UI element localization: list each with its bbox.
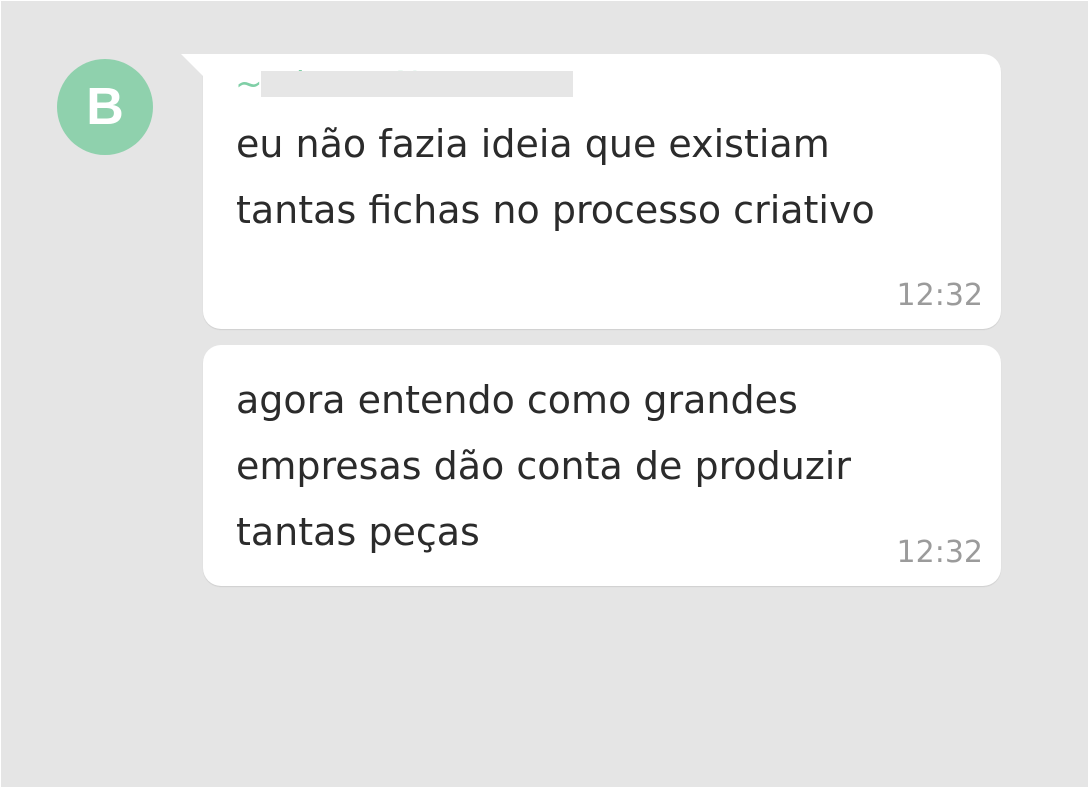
- redaction-bar: [261, 71, 573, 97]
- message-bubble[interactable]: agora entendo como grandes empresas dão …: [203, 345, 1001, 586]
- message-bubble[interactable]: ~ Bianca Novaes eu não fazia ideia que e…: [181, 54, 1001, 329]
- sender-avatar[interactable]: B: [57, 59, 153, 155]
- chat-area: B ~ Bianca Novaes eu não fazia ideia que…: [1, 1, 1088, 787]
- message-text: eu não fazia ideia que existiam tantas f…: [236, 122, 875, 232]
- bubble-tail: [181, 54, 203, 76]
- avatar-letter: B: [86, 78, 124, 136]
- message-timestamp: 12:32: [896, 278, 983, 313]
- message-text: agora entendo como grandes empresas dão …: [236, 378, 851, 554]
- message-timestamp: 12:32: [896, 535, 983, 570]
